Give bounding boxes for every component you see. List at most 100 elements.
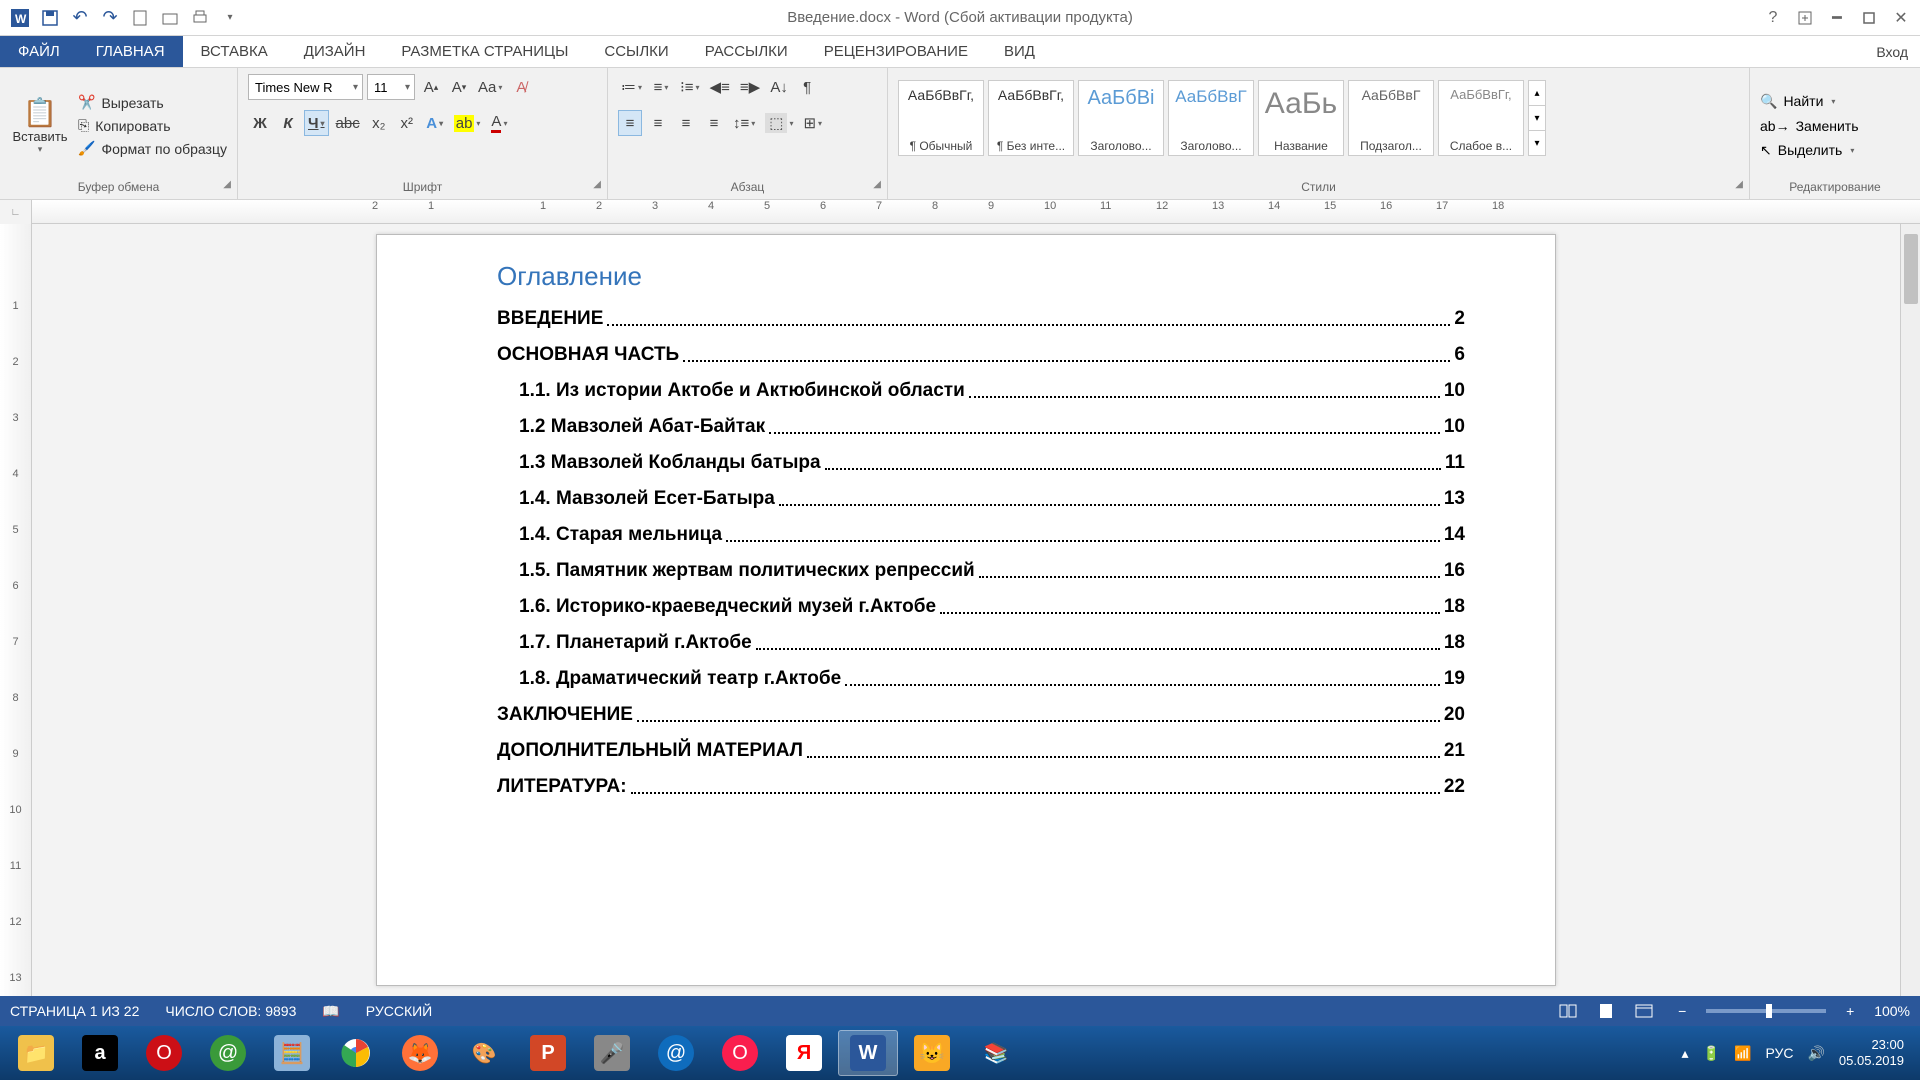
toc-entry[interactable]: ЗАКЛЮЧЕНИЕ20 [497,704,1465,726]
toc-entry[interactable]: 1.4. Мавзолей Есет-Батыра13 [497,488,1465,510]
maximize-button[interactable] [1856,5,1882,31]
align-center-button[interactable]: ≡ [646,110,670,136]
document-viewport[interactable]: Оглавление ВВЕДЕНИЕ2ОСНОВНАЯ ЧАСТЬ61.1. … [32,224,1900,996]
underline-button[interactable]: Ч▾ [304,110,329,136]
status-language[interactable]: РУССКИЙ [366,1003,432,1019]
paste-button[interactable]: 📋 Вставить ▾ [10,74,70,177]
toc-entry[interactable]: ОСНОВНАЯ ЧАСТЬ6 [497,344,1465,366]
scrollbar-thumb[interactable] [1904,234,1918,304]
shrink-font-button[interactable]: A▾ [447,74,471,100]
increase-indent-button[interactable]: ≡▶ [737,74,763,100]
save-icon[interactable] [36,4,64,32]
replace-button[interactable]: ab→Заменить [1760,118,1859,134]
toc-entry[interactable]: ДОПОЛНИТЕЛЬНЫЙ МАТЕРИАЛ21 [497,740,1465,762]
tab-разметка страницы[interactable]: РАЗМЕТКА СТРАНИЦЫ [383,36,586,67]
print-layout-button[interactable] [1592,1000,1620,1022]
superscript-button[interactable]: x² [395,110,419,136]
taskbar-chrome[interactable] [326,1030,386,1076]
tab-дизайн[interactable]: ДИЗАЙН [286,36,384,67]
format-painter-button[interactable]: 🖌️Формат по образцу [78,140,227,157]
tab-вставка[interactable]: ВСТАВКА [183,36,286,67]
style-card[interactable]: АаБбВвГг,¶ Без инте... [988,80,1074,156]
taskbar-calculator[interactable]: 🧮 [262,1030,322,1076]
volume-icon[interactable]: 🔊 [1807,1045,1824,1062]
line-spacing-button[interactable]: ↕≡▾ [730,110,758,136]
clear-formatting-button[interactable]: A̸ [509,74,533,100]
grow-font-button[interactable]: A▴ [419,74,443,100]
shading-button[interactable]: ⬚▾ [762,110,796,136]
change-case-button[interactable]: Aa▾ [475,74,505,100]
help-icon[interactable]: ? [1760,5,1786,31]
select-button[interactable]: ↖Выделить▾ [1760,142,1859,159]
tab-selector[interactable]: ∟ [0,200,32,224]
style-card[interactable]: АаБбВвГЗаголово... [1168,80,1254,156]
vertical-ruler[interactable]: 12345678910111213 [0,224,32,996]
toc-entry[interactable]: 1.3 Мавзолей Кобланды батыра11 [497,452,1465,474]
tab-file[interactable]: ФАЙЛ [0,36,78,67]
dialog-launcher-icon[interactable]: ◢ [1735,175,1743,195]
toc-entry[interactable]: 1.7. Планетарий г.Актобе18 [497,632,1465,654]
tab-рецензирование[interactable]: РЕЦЕНЗИРОВАНИЕ [806,36,986,67]
taskbar-firefox[interactable]: 🦊 [390,1030,450,1076]
bullets-button[interactable]: ≔▾ [618,74,645,100]
toc-entry[interactable]: 1.8. Драматический театр г.Актобе19 [497,668,1465,690]
taskbar-app1[interactable]: 🎤 [582,1030,642,1076]
cut-button[interactable]: ✂️Вырезать [78,94,227,111]
taskbar-paint[interactable]: 🎨 [454,1030,514,1076]
status-page[interactable]: СТРАНИЦА 1 ИЗ 22 [10,1003,139,1019]
taskbar-word[interactable]: W [838,1030,898,1076]
italic-button[interactable]: К [276,110,300,136]
strikethrough-button[interactable]: abc [333,110,363,136]
taskbar-powerpoint[interactable]: P [518,1030,578,1076]
print-icon[interactable] [186,4,214,32]
decrease-indent-button[interactable]: ◀≡ [707,74,733,100]
taskbar-yandex[interactable]: Я [774,1030,834,1076]
highlight-button[interactable]: ab▾ [451,110,484,136]
taskbar-scratch[interactable]: 😺 [902,1030,962,1076]
slider-handle[interactable] [1766,1004,1772,1018]
tray-language[interactable]: РУС [1765,1045,1793,1061]
minimize-button[interactable]: ━ [1824,5,1850,31]
vertical-scrollbar[interactable] [1900,224,1920,996]
ribbon-display-icon[interactable] [1792,5,1818,31]
align-right-button[interactable]: ≡ [674,110,698,136]
toc-entry[interactable]: 1.6. Историко-краеведческий музей г.Акто… [497,596,1465,618]
justify-button[interactable]: ≡ [702,110,726,136]
copy-button[interactable]: ⎘Копировать [78,117,227,134]
tab-ссылки[interactable]: ССЫЛКИ [586,36,686,67]
tray-clock[interactable]: 23:00 05.05.2019 [1839,1037,1904,1068]
find-button[interactable]: 🔍Найти▾ [1760,93,1859,110]
font-size-combo[interactable]: 11▾ [367,74,415,100]
align-left-button[interactable]: ≡ [618,110,642,136]
dialog-launcher-icon[interactable]: ◢ [873,175,881,195]
taskbar-explorer[interactable]: 📁 [6,1030,66,1076]
text-effects-button[interactable]: A▾ [423,110,447,136]
qat-customize-icon[interactable]: ▾ [216,4,244,32]
close-button[interactable]: ✕ [1888,5,1914,31]
zoom-slider[interactable] [1706,1009,1826,1013]
multilevel-list-button[interactable]: ⁝≡▾ [677,74,703,100]
style-card[interactable]: АаБбВіЗаголово... [1078,80,1164,156]
sign-in-link[interactable]: Вход [1864,36,1920,67]
taskbar-mail[interactable]: @ [646,1030,706,1076]
new-doc-icon[interactable] [126,4,154,32]
zoom-out-button[interactable]: − [1668,1000,1696,1022]
toc-entry[interactable]: ЛИТЕРАТУРА:22 [497,776,1465,798]
status-proofing-icon[interactable]: 📖 [322,1003,339,1020]
subscript-button[interactable]: x₂ [367,110,391,136]
read-mode-button[interactable] [1554,1000,1582,1022]
style-card[interactable]: АаБьНазвание [1258,80,1344,156]
taskbar-amazon[interactable]: a [70,1030,130,1076]
toc-entry[interactable]: 1.1. Из истории Актобе и Актюбинской обл… [497,380,1465,402]
numbering-button[interactable]: ≡▾ [649,74,673,100]
taskbar-opera[interactable]: O [134,1030,194,1076]
taskbar-winrar[interactable]: 📚 [966,1030,1026,1076]
borders-button[interactable]: ⊞▾ [800,110,825,136]
web-layout-button[interactable] [1630,1000,1658,1022]
toc-entry[interactable]: 1.4. Старая мельница14 [497,524,1465,546]
taskbar-opera2[interactable]: O [710,1030,770,1076]
status-words[interactable]: ЧИСЛО СЛОВ: 9893 [165,1003,296,1019]
font-name-combo[interactable]: Times New R▾ [248,74,363,100]
font-color-button[interactable]: A▾ [487,110,511,136]
dialog-launcher-icon[interactable]: ◢ [593,175,601,195]
